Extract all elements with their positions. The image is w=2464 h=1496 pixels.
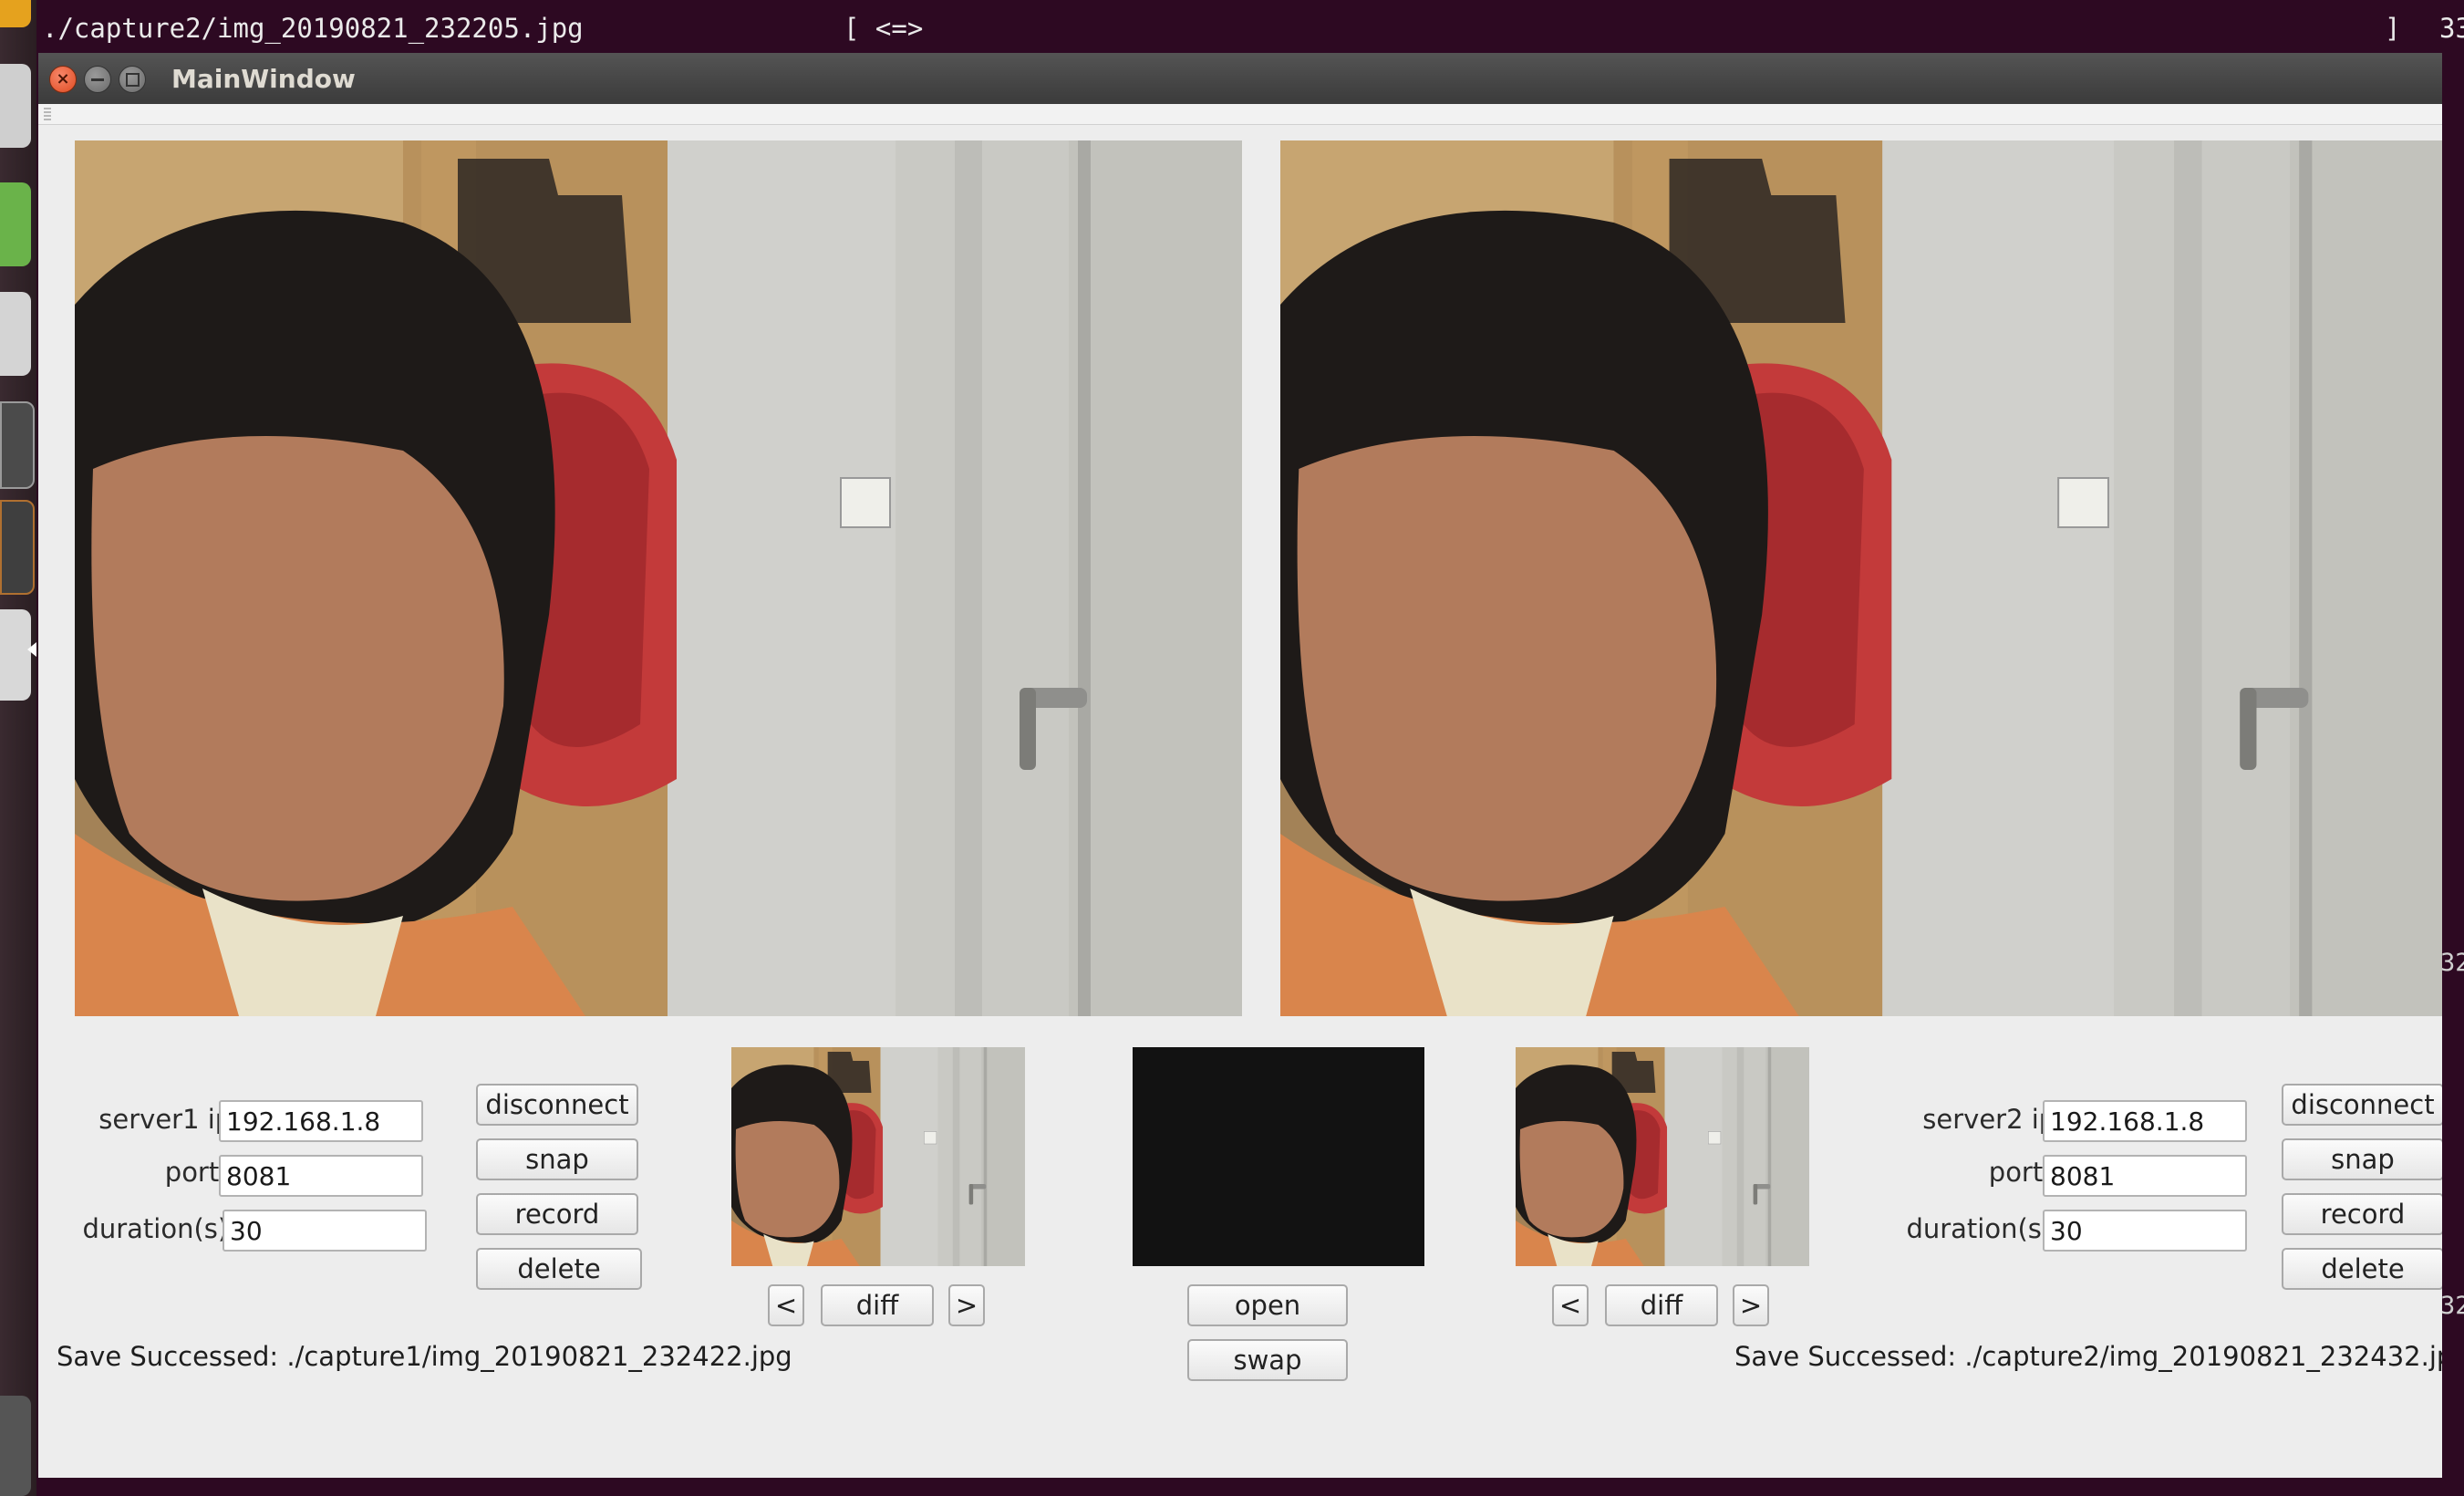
close-button[interactable]: ×	[49, 66, 77, 93]
server1-record-button[interactable]: record	[476, 1193, 638, 1235]
swap-button[interactable]: swap	[1187, 1339, 1348, 1381]
terminal-icon[interactable]	[0, 401, 35, 489]
maximize-icon	[126, 73, 140, 87]
server2-port-input[interactable]	[2043, 1155, 2247, 1197]
camera2-image	[1280, 140, 2442, 1016]
settings-icon[interactable]	[0, 64, 31, 148]
terminal-output-line: ./capture2/img_20190821_232205.jpg	[42, 13, 584, 44]
thumb1-next-button[interactable]: >	[948, 1284, 985, 1326]
titlebar[interactable]: × MainWindow	[38, 53, 2442, 104]
terminal-side-number: 32	[2440, 949, 2464, 977]
server1-thumbnail[interactable]	[731, 1047, 1025, 1266]
thumb2-diff-button[interactable]: diff	[1605, 1284, 1718, 1326]
active-indicator-icon	[27, 642, 36, 657]
server2-snap-button[interactable]: snap	[2282, 1138, 2442, 1180]
minimize-icon	[91, 78, 104, 81]
terminal-side-number: 32	[2440, 1292, 2464, 1320]
pencil-icon[interactable]	[0, 292, 31, 376]
server2-port-label: port:	[1988, 1157, 2052, 1188]
launcher	[0, 0, 36, 1496]
thumb1-prev-button[interactable]: <	[768, 1284, 804, 1326]
terminal-progress-close: ]	[2385, 13, 2401, 44]
thumb1-diff-button[interactable]: diff	[821, 1284, 934, 1326]
open-button[interactable]: open	[1187, 1284, 1348, 1326]
server1-disconnect-button[interactable]: disconnect	[476, 1084, 638, 1126]
server2-record-button[interactable]: record	[2282, 1193, 2442, 1235]
server1-snap-button[interactable]: snap	[476, 1138, 638, 1180]
camera2-view	[1280, 140, 2442, 1016]
close-icon: ×	[56, 69, 70, 88]
server2-disconnect-button[interactable]: disconnect	[2282, 1084, 2442, 1126]
thumb2-prev-button[interactable]: <	[1552, 1284, 1589, 1326]
server2-thumbnail-image	[1516, 1047, 1809, 1266]
server1-status-text: Save Successed: ./capture1/img_20190821_…	[57, 1341, 792, 1372]
server2-ip-input[interactable]	[2043, 1100, 2247, 1142]
main-window: × MainWindow server1 ip: port: duration(…	[38, 53, 2442, 1478]
window-icon[interactable]	[0, 609, 31, 701]
terminal-progress-bracket: [ <=>	[844, 13, 924, 44]
server1-duration-label: duration(s):	[82, 1213, 237, 1244]
trash-icon[interactable]	[0, 1396, 31, 1496]
app-icon[interactable]	[0, 500, 35, 595]
firefox-icon[interactable]	[0, 0, 31, 27]
thumb2-next-button[interactable]: >	[1733, 1284, 1769, 1326]
minimize-button[interactable]	[84, 66, 111, 93]
server1-duration-input[interactable]	[223, 1210, 427, 1252]
text-editor-icon[interactable]	[0, 182, 31, 266]
server1-port-input[interactable]	[219, 1155, 423, 1197]
terminal-edge-number: 33	[2439, 13, 2464, 44]
maximize-button[interactable]	[119, 66, 146, 93]
toolbar	[38, 104, 2442, 125]
camera1-view	[75, 140, 1242, 1016]
camera1-image	[75, 140, 1242, 1016]
server1-thumbnail-image	[731, 1047, 1025, 1266]
diff-preview	[1133, 1047, 1424, 1266]
server2-delete-button[interactable]: delete	[2282, 1248, 2442, 1290]
server2-duration-input[interactable]	[2043, 1210, 2247, 1252]
server2-status-text: Save Successed: ./capture2/img_20190821_…	[1734, 1341, 2442, 1372]
server1-delete-button[interactable]: delete	[476, 1248, 642, 1290]
server1-port-label: port:	[164, 1157, 228, 1188]
server2-ip-label: server2 ip:	[1922, 1104, 2065, 1135]
server2-thumbnail[interactable]	[1516, 1047, 1809, 1266]
server2-duration-label: duration(s):	[1906, 1213, 2061, 1244]
toolbar-grip-icon[interactable]	[44, 108, 51, 120]
server1-ip-label: server1 ip:	[98, 1104, 241, 1135]
window-title: MainWindow	[171, 64, 356, 94]
server1-ip-input[interactable]	[219, 1100, 423, 1142]
